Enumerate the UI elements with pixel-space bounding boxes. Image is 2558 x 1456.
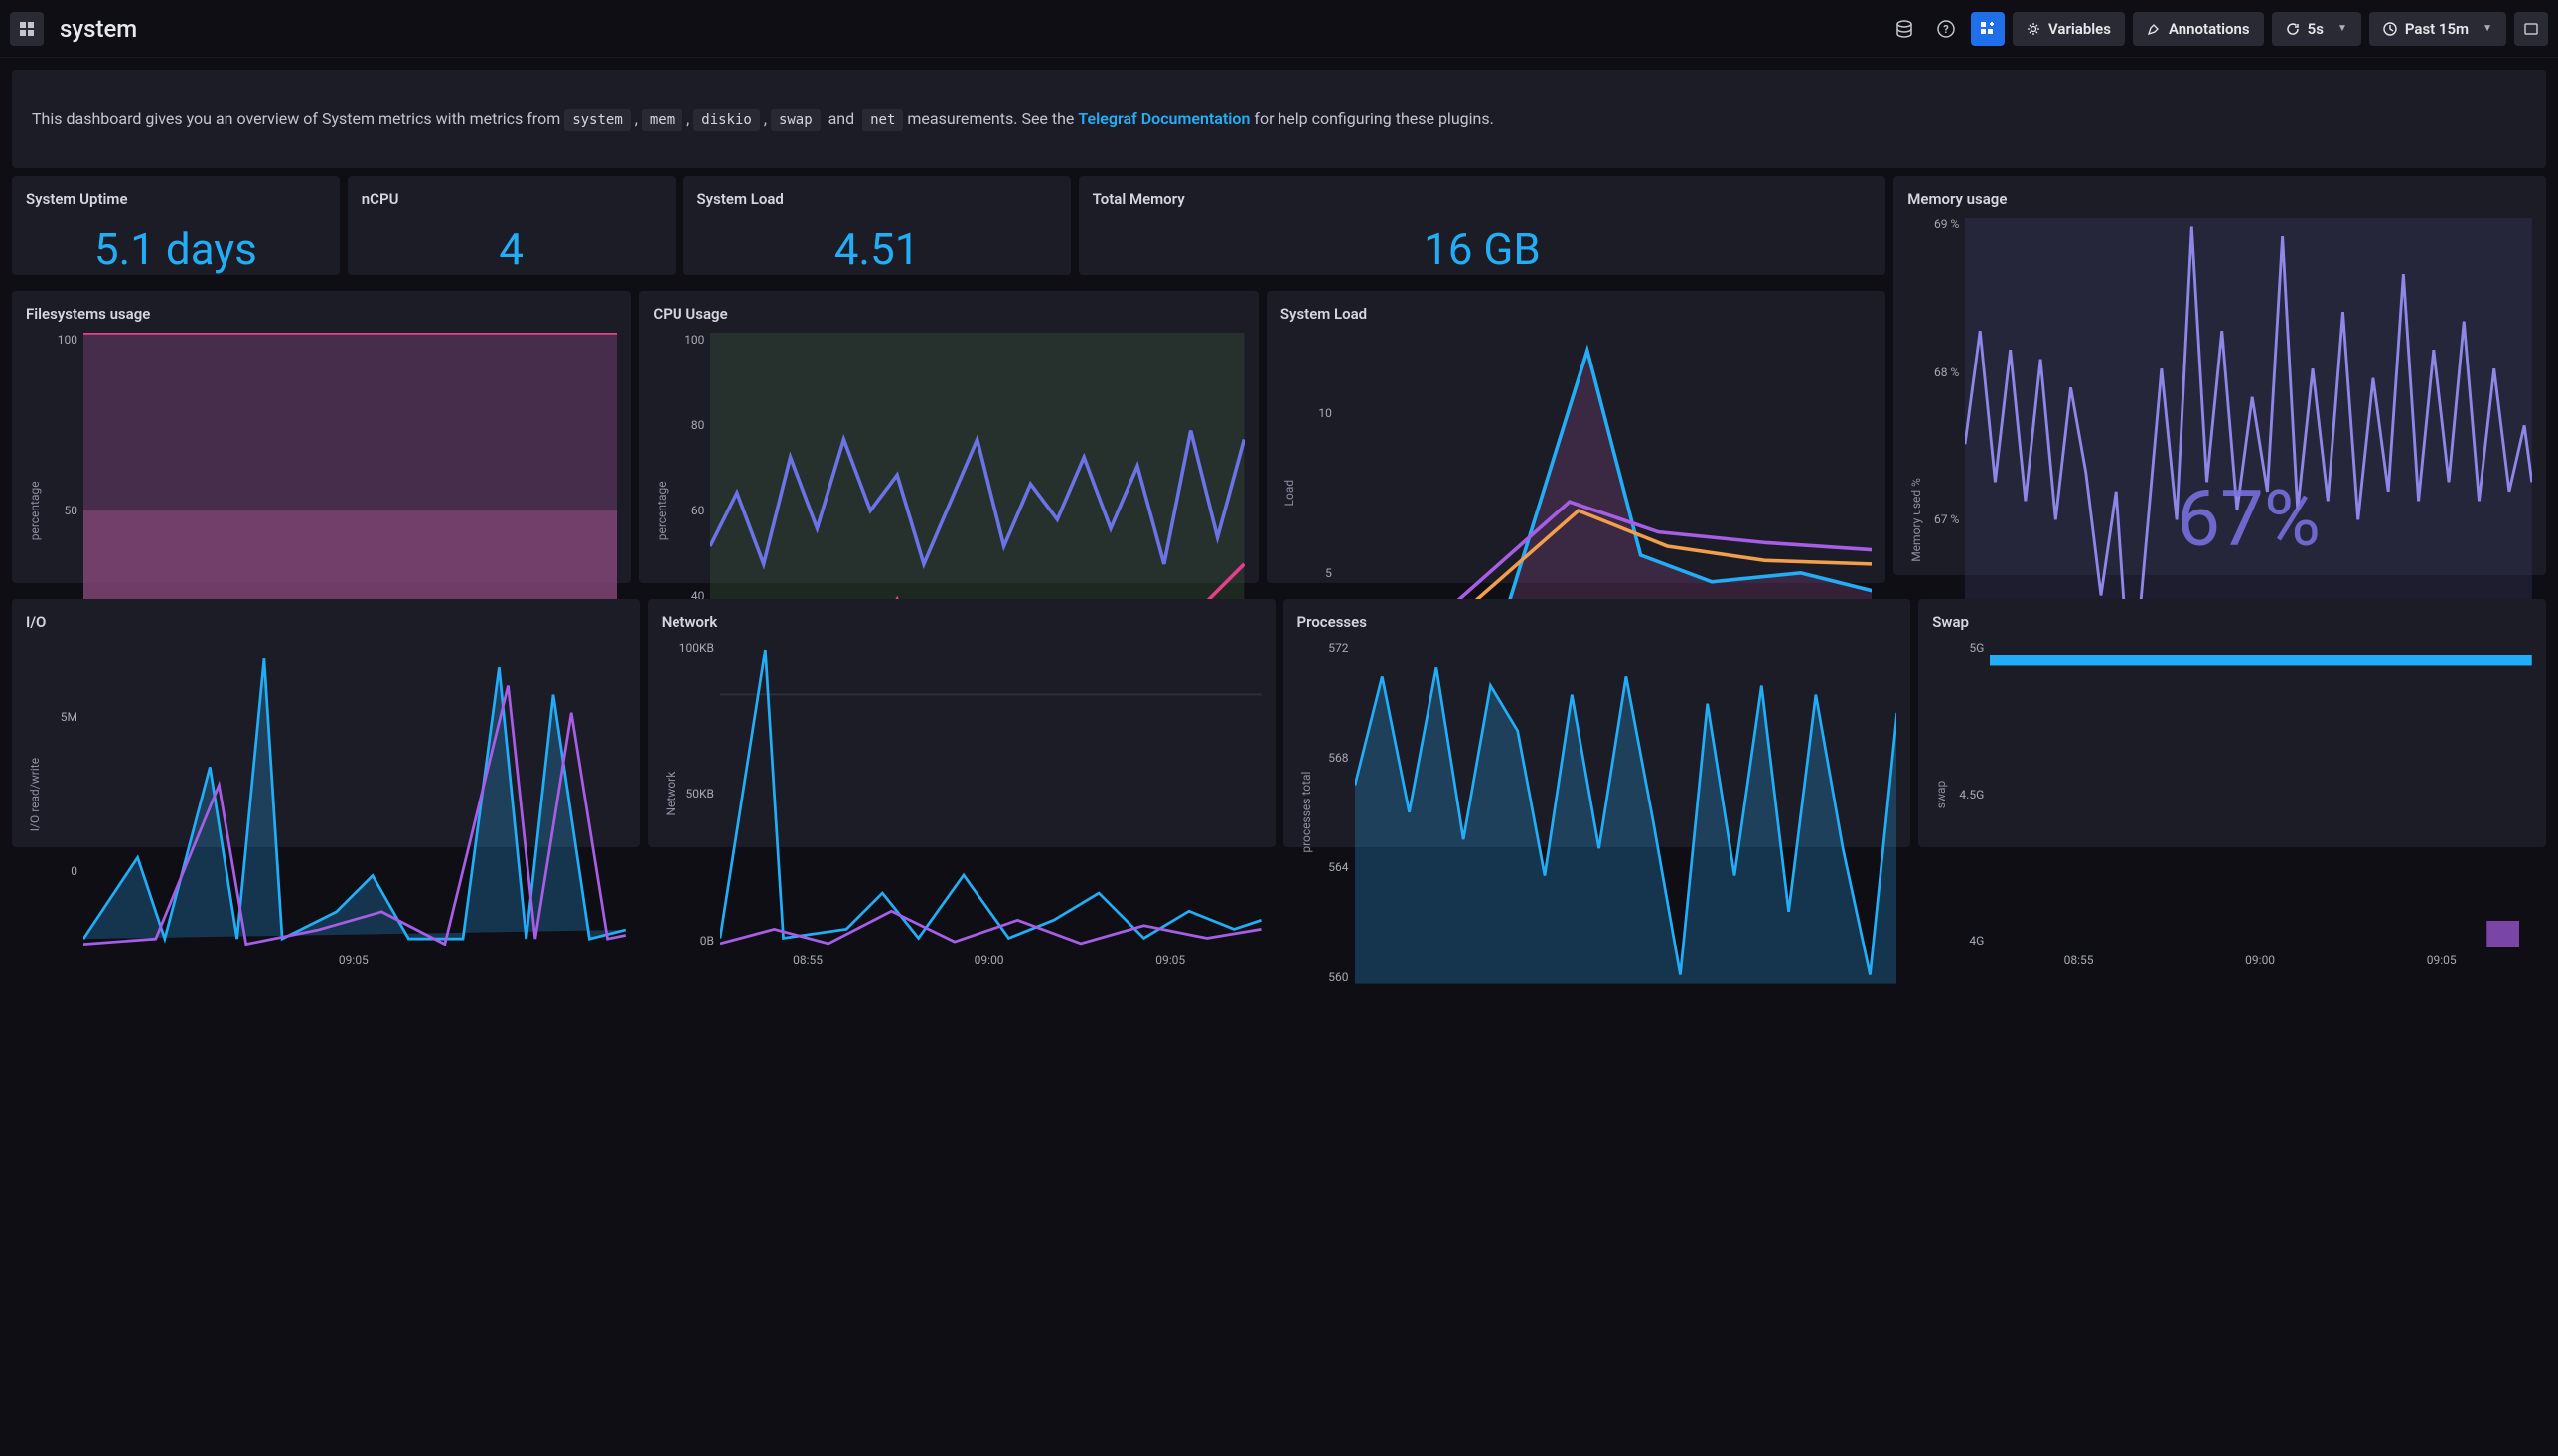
- totalmem-value: 16 GB: [1093, 223, 1873, 275]
- y-axis-label: Network: [662, 641, 679, 947]
- code-tag: net: [862, 109, 903, 131]
- cell-title: Network: [662, 613, 1262, 631]
- refresh-dropdown[interactable]: 5s ▼: [2272, 12, 2361, 46]
- cell-title: Processes: [1297, 613, 1897, 631]
- x-ticks: 09:05: [26, 953, 626, 967]
- cell-title: nCPU: [362, 190, 662, 208]
- dashboard-body: This dashboard gives you an overview of …: [0, 58, 2558, 867]
- banner-text: measurements. See the: [907, 109, 1078, 128]
- cell-title: Memory usage: [1907, 190, 2532, 208]
- sysload-stat-cell[interactable]: System Load 4.51: [683, 176, 1071, 275]
- question-icon: ?: [1937, 20, 1955, 38]
- uptime-cell[interactable]: System Uptime 5.1 days: [12, 176, 340, 275]
- info-banner: This dashboard gives you an overview of …: [12, 70, 2546, 168]
- refresh-value: 5s: [2308, 20, 2324, 38]
- grid-icon: [19, 21, 35, 37]
- topbar: system ? Variables Annotations 5s ▼ Past…: [0, 0, 2558, 58]
- chart-plot: [720, 641, 1262, 947]
- chevron-down-icon: ▼: [2337, 23, 2347, 34]
- pen-icon: [2147, 22, 2161, 36]
- help-icon-button[interactable]: ?: [1929, 12, 1963, 46]
- database-icon: [1895, 20, 1913, 38]
- y-axis-label: processes total: [1297, 641, 1315, 984]
- ncpu-value: 4: [362, 223, 662, 275]
- chevron-down-icon: ▼: [2483, 23, 2492, 34]
- fullscreen-icon: [2523, 21, 2539, 37]
- filesystems-chart-cell[interactable]: Filesystems usage percentage 100500: [12, 291, 631, 583]
- cell-title: I/O: [26, 613, 626, 631]
- page-title: system: [60, 15, 137, 43]
- uptime-value: 5.1 days: [26, 223, 326, 275]
- cell-title: Swap: [1932, 613, 2532, 631]
- cell-title: Total Memory: [1093, 190, 1873, 208]
- y-ticks: 100KB50KB0B: [679, 641, 720, 947]
- processes-chart-cell[interactable]: Processes processes total 572568564560: [1283, 599, 1911, 847]
- y-ticks: 572568564560: [1315, 641, 1355, 984]
- y-ticks: 5M0: [44, 641, 83, 947]
- network-chart-cell[interactable]: Network Network 100KB50KB0B 08:5509:0009…: [648, 599, 1276, 847]
- variables-button[interactable]: Variables: [2013, 12, 2125, 46]
- data-icon-button[interactable]: [1887, 12, 1921, 46]
- x-ticks: 08:5509:0009:05: [662, 953, 1262, 967]
- telegraf-doc-link[interactable]: Telegraf Documentation: [1078, 109, 1250, 128]
- add-panel-icon: [1980, 21, 1996, 37]
- code-tag: diskio: [693, 109, 760, 131]
- y-axis-label: swap: [1932, 641, 1950, 947]
- code-tag: swap: [771, 109, 821, 131]
- io-chart-cell[interactable]: I/O I/O read/write 5M0 09:05: [12, 599, 640, 847]
- cell-title: System Uptime: [26, 190, 326, 208]
- x-ticks: 08:5509:0009:05: [1932, 953, 2532, 967]
- variables-label: Variables: [2048, 20, 2111, 38]
- annotations-button[interactable]: Annotations: [2133, 12, 2264, 46]
- clock-icon: [2383, 22, 2397, 36]
- cpu-chart-cell[interactable]: CPU Usage percentage 10080604020: [639, 291, 1258, 583]
- chart-plot: [1990, 641, 2532, 947]
- refresh-icon: [2286, 22, 2300, 36]
- sysload-chart-cell[interactable]: System Load Load 105: [1267, 291, 1885, 583]
- dashboards-icon-button[interactable]: [10, 12, 44, 46]
- memory-chart-cell[interactable]: Memory usage Memory used % 69 %68 %67 %6…: [1893, 176, 2546, 575]
- cell-title: System Load: [1280, 305, 1872, 323]
- swap-chart-cell[interactable]: Swap swap 5G4.5G4G 08:5509:0009:05: [1918, 599, 2546, 847]
- cell-title: CPU Usage: [653, 305, 1244, 323]
- code-tag: system: [564, 109, 631, 131]
- banner-text: This dashboard gives you an overview of …: [32, 109, 564, 128]
- code-tag: mem: [642, 109, 682, 131]
- fullscreen-button[interactable]: [2514, 12, 2548, 46]
- y-axis-label: I/O read/write: [26, 641, 44, 947]
- time-range-dropdown[interactable]: Past 15m ▼: [2369, 12, 2506, 46]
- y-ticks: 5G4.5G4G: [1950, 641, 1990, 947]
- banner-text: for help configuring these plugins.: [1254, 109, 1493, 128]
- cell-title: Filesystems usage: [26, 305, 617, 323]
- totalmem-cell[interactable]: Total Memory 16 GB: [1079, 176, 1886, 275]
- gear-icon: [2027, 22, 2040, 36]
- chart-plot: [1355, 641, 1897, 984]
- ncpu-cell[interactable]: nCPU 4: [348, 176, 676, 275]
- annotations-label: Annotations: [2169, 20, 2250, 38]
- add-cell-button[interactable]: [1971, 12, 2005, 46]
- cell-title: System Load: [697, 190, 1057, 208]
- svg-text:?: ?: [1943, 23, 1949, 36]
- time-range-value: Past 15m: [2405, 20, 2469, 38]
- chart-plot: [83, 641, 626, 947]
- sysload-value: 4.51: [697, 223, 1057, 275]
